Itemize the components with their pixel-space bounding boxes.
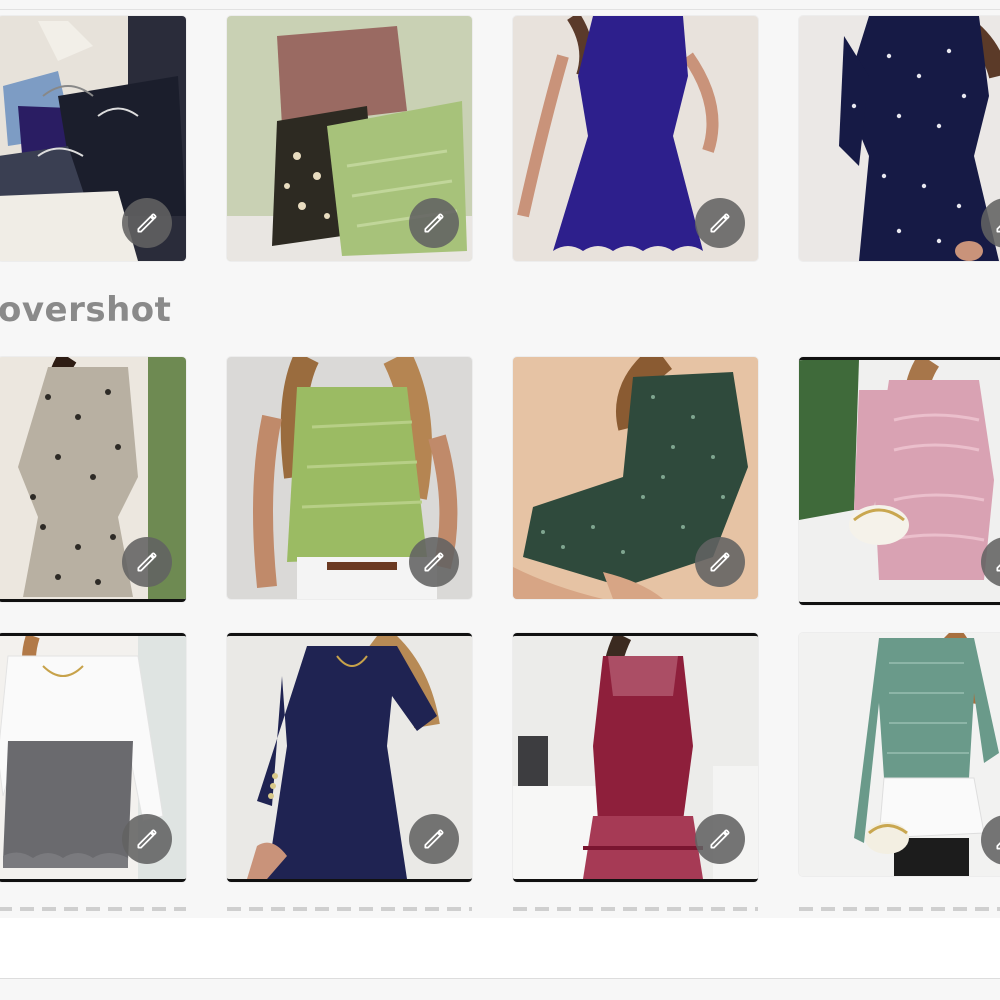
card-footer-placeholder (0, 907, 186, 911)
item-card-blue-scalloped-dress[interactable] (513, 16, 758, 261)
card-footer-placeholder (799, 907, 1000, 911)
pencil-icon (710, 829, 730, 849)
pencil-icon (424, 829, 444, 849)
edit-button[interactable] (409, 537, 459, 587)
closet-grid-page: overshot (0, 0, 1000, 1000)
pencil-icon (996, 564, 1000, 572)
item-photo (799, 633, 1000, 876)
edit-button[interactable] (122, 198, 172, 248)
edit-button[interactable] (122, 814, 172, 864)
pencil-icon (137, 829, 157, 849)
pencil-icon (996, 225, 1000, 233)
item-photo (799, 360, 1000, 602)
top-divider (0, 9, 1000, 10)
item-card-folded-clothes-basket[interactable] (227, 16, 472, 261)
item-card-burgundy-mesh-dress[interactable] (513, 633, 758, 882)
item-card-green-speckled-dress[interactable] (513, 357, 758, 599)
pencil-icon (137, 213, 157, 233)
pencil-icon (996, 842, 1000, 850)
item-card-navy-button-cuff-dress[interactable] (227, 633, 472, 882)
pencil-icon (710, 552, 730, 572)
item-photo (799, 16, 1000, 261)
card-footer-placeholder (513, 907, 758, 911)
pencil-icon (137, 552, 157, 572)
item-card-pink-knit-dress[interactable] (799, 357, 1000, 605)
item-card-floral-wrap-dress[interactable] (0, 357, 186, 602)
bottom-panel (0, 918, 1000, 978)
bottom-divider (0, 978, 1000, 979)
section-title: overshot (0, 290, 172, 330)
item-card-green-knit-layered-top[interactable] (799, 633, 1000, 876)
edit-button[interactable] (122, 537, 172, 587)
item-card-green-lace-top[interactable] (227, 357, 472, 599)
pencil-icon (424, 552, 444, 572)
edit-button[interactable] (409, 814, 459, 864)
edit-button[interactable] (409, 198, 459, 248)
edit-button[interactable] (695, 537, 745, 587)
edit-button[interactable] (695, 198, 745, 248)
edit-button[interactable] (695, 814, 745, 864)
pencil-icon (424, 213, 444, 233)
card-footer-placeholder (227, 907, 472, 911)
item-card-navy-pearl-dress[interactable] (799, 16, 1000, 261)
item-card-white-blouse-grey-skirt[interactable] (0, 633, 186, 882)
item-card-clothes-on-hangers[interactable] (0, 16, 186, 261)
pencil-icon (710, 213, 730, 233)
